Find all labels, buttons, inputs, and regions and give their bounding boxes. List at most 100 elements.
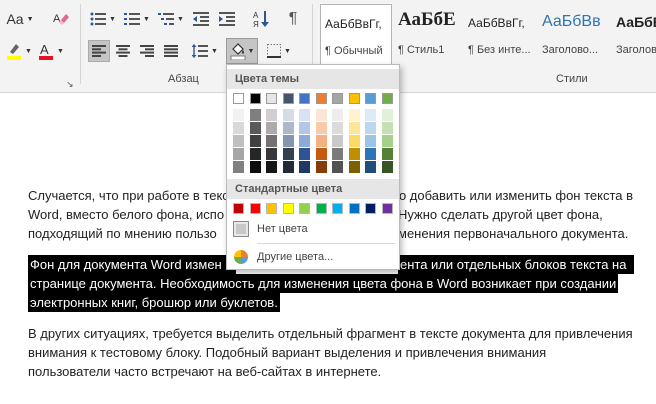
style-heading1[interactable]: АаБбВв Заголово... xyxy=(538,4,610,66)
color-swatch[interactable] xyxy=(233,93,244,104)
color-swatch[interactable] xyxy=(266,122,277,134)
change-case-button[interactable]: Aa ▼ xyxy=(6,8,34,30)
color-swatch[interactable] xyxy=(266,203,277,214)
color-swatch[interactable] xyxy=(249,122,261,134)
numbering-button[interactable]: ▼ xyxy=(122,8,152,30)
style-heading2[interactable]: АаБбВ Заголово xyxy=(612,4,656,66)
color-swatch[interactable] xyxy=(348,203,360,214)
standard-colors-header: Стандартные цвета xyxy=(227,179,399,199)
text-highlight-color-button[interactable]: ▼ xyxy=(6,40,32,62)
color-swatch[interactable] xyxy=(299,109,310,121)
decrease-indent-button[interactable] xyxy=(190,8,212,30)
color-swatch[interactable] xyxy=(233,109,244,121)
style-style1[interactable]: АаБбЕ ¶ Стиль1 xyxy=(394,4,462,66)
style-normal[interactable]: АаБбВвГг, ¶ Обычный xyxy=(320,4,392,66)
align-left-button[interactable] xyxy=(88,40,110,62)
color-swatch[interactable] xyxy=(348,135,360,147)
color-swatch[interactable] xyxy=(381,161,393,173)
color-swatch[interactable] xyxy=(315,109,327,121)
color-swatch[interactable] xyxy=(282,135,294,147)
color-swatch[interactable] xyxy=(332,93,343,104)
color-swatch[interactable] xyxy=(332,109,343,121)
no-color-item[interactable]: Нет цвета xyxy=(227,217,399,241)
align-right-button[interactable] xyxy=(136,40,158,62)
color-swatch[interactable] xyxy=(249,109,261,121)
color-swatch[interactable] xyxy=(332,203,343,214)
color-swatch[interactable] xyxy=(282,109,294,121)
color-swatch[interactable] xyxy=(282,148,294,160)
color-swatch[interactable] xyxy=(348,161,360,173)
color-swatch[interactable] xyxy=(249,203,261,214)
color-swatch[interactable] xyxy=(365,93,376,104)
color-swatch[interactable] xyxy=(299,161,310,173)
color-swatch[interactable] xyxy=(266,109,277,121)
color-swatch[interactable] xyxy=(332,135,343,147)
color-swatch[interactable] xyxy=(282,122,294,134)
color-swatch[interactable] xyxy=(381,122,393,134)
color-swatch[interactable] xyxy=(299,122,310,134)
multilevel-list-button[interactable]: ▼ xyxy=(156,8,186,30)
increase-indent-button[interactable] xyxy=(216,8,238,30)
color-swatch[interactable] xyxy=(266,135,277,147)
color-swatch[interactable] xyxy=(365,148,376,160)
color-swatch[interactable] xyxy=(365,161,376,173)
color-swatch[interactable] xyxy=(381,203,393,214)
color-swatch[interactable] xyxy=(348,93,360,104)
color-swatch[interactable] xyxy=(381,109,393,121)
color-swatch[interactable] xyxy=(249,93,261,104)
color-swatch[interactable] xyxy=(381,148,393,160)
color-swatch[interactable] xyxy=(266,93,277,104)
color-swatch[interactable] xyxy=(332,122,343,134)
color-swatch[interactable] xyxy=(299,93,310,104)
paragraph-line: Случается, что при работе в текс xyxy=(28,186,229,205)
line-spacing-button[interactable]: ▼ xyxy=(190,40,220,62)
font-color-button[interactable]: A ▼ xyxy=(36,40,66,62)
color-swatch[interactable] xyxy=(315,93,327,104)
color-swatch[interactable] xyxy=(233,161,244,173)
color-swatch[interactable] xyxy=(381,135,393,147)
color-swatch[interactable] xyxy=(348,148,360,160)
no-color-icon xyxy=(233,221,249,237)
style-no-spacing[interactable]: АаБбВвГг, ¶ Без инте... xyxy=(464,4,536,66)
sort-button[interactable]: A Я xyxy=(250,8,272,30)
color-swatch[interactable] xyxy=(332,161,343,173)
color-swatch[interactable] xyxy=(233,148,244,160)
color-swatch[interactable] xyxy=(233,203,244,214)
show-formatting-marks-button[interactable]: ¶ xyxy=(282,8,304,30)
color-swatch[interactable] xyxy=(365,109,376,121)
align-center-icon xyxy=(116,45,130,57)
more-colors-item[interactable]: Другие цвета... xyxy=(227,245,399,269)
color-swatch[interactable] xyxy=(365,122,376,134)
color-swatch[interactable] xyxy=(365,203,376,214)
color-swatch[interactable] xyxy=(249,135,261,147)
color-swatch[interactable] xyxy=(282,161,294,173)
color-swatch[interactable] xyxy=(315,203,327,214)
color-swatch[interactable] xyxy=(249,148,261,160)
color-swatch[interactable] xyxy=(315,161,327,173)
color-swatch[interactable] xyxy=(282,203,294,214)
color-swatch[interactable] xyxy=(315,122,327,134)
borders-button[interactable]: ▼ xyxy=(264,40,294,62)
color-swatch[interactable] xyxy=(348,109,360,121)
color-swatch[interactable] xyxy=(233,122,244,134)
color-swatch[interactable] xyxy=(299,203,310,214)
shading-button[interactable]: ▼ xyxy=(226,38,258,64)
color-swatch[interactable] xyxy=(332,148,343,160)
font-group-launcher[interactable]: ↘ xyxy=(66,79,74,90)
color-swatch[interactable] xyxy=(282,93,294,104)
align-center-button[interactable] xyxy=(112,40,134,62)
color-swatch[interactable] xyxy=(348,122,360,134)
color-swatch[interactable] xyxy=(315,135,327,147)
color-swatch[interactable] xyxy=(266,148,277,160)
justify-button[interactable] xyxy=(160,40,182,62)
color-swatch[interactable] xyxy=(266,161,277,173)
color-swatch[interactable] xyxy=(233,135,244,147)
clear-formatting-button[interactable]: A xyxy=(50,8,72,30)
bullets-button[interactable]: ▼ xyxy=(88,8,118,30)
color-swatch[interactable] xyxy=(249,161,261,173)
color-swatch[interactable] xyxy=(315,148,327,160)
color-swatch[interactable] xyxy=(299,135,310,147)
color-swatch[interactable] xyxy=(365,135,376,147)
color-swatch[interactable] xyxy=(299,148,310,160)
color-swatch[interactable] xyxy=(381,93,393,104)
